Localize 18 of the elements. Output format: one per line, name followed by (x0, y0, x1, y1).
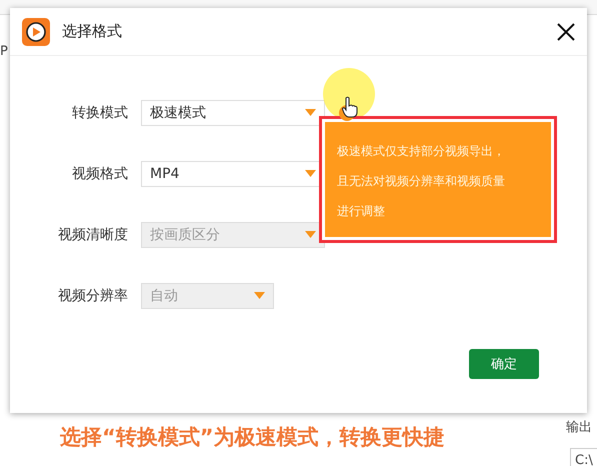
field-label: 视频格式 (71, 164, 128, 182)
caption: 选择“转换模式”为极速模式，转换更快捷 (60, 424, 445, 451)
field-label: 视频清晰度 (57, 226, 128, 244)
close-icon[interactable] (557, 22, 575, 40)
caret-icon (305, 170, 316, 177)
dropdown[interactable]: 极速模式 (141, 100, 325, 126)
caret-icon (305, 231, 316, 238)
caret-icon (305, 109, 316, 116)
app-logo-icon (22, 18, 50, 46)
field-label: 视频分辨率 (57, 286, 128, 304)
caret-icon (254, 292, 265, 299)
field-label: 转换模式 (71, 104, 128, 122)
dialog-title: 选择格式 (62, 22, 123, 41)
tooltip-text: 极速模式仅支持部分视频导出，且无法对视频分辨率和视频质量进行调整 (337, 143, 506, 220)
output-label: 输出 (566, 419, 592, 436)
side-text: P (0, 44, 8, 59)
path-field: C:\ (570, 448, 597, 466)
confirm-button[interactable]: 确定 (469, 349, 539, 379)
